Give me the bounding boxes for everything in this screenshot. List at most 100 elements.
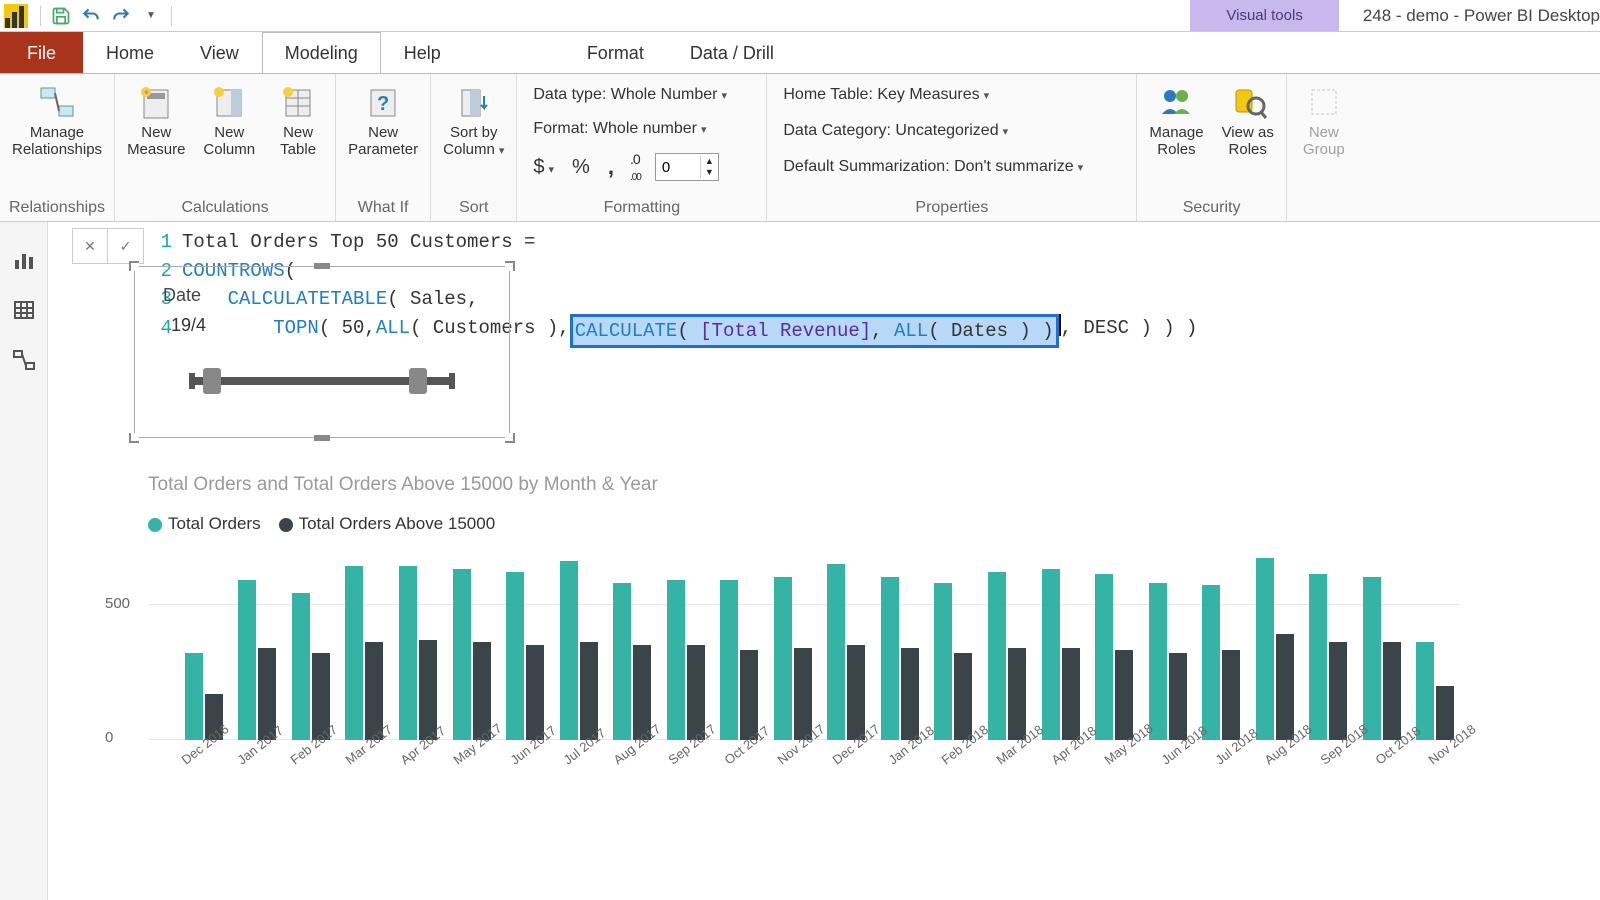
bar-group (661, 580, 711, 740)
bar[interactable] (881, 577, 899, 740)
bar[interactable] (1008, 648, 1026, 740)
default-summarization-dropdown[interactable]: Default Summarization: Don't summarize▾ (781, 154, 1085, 180)
new-column-button[interactable]: New Column (197, 78, 261, 163)
new-table-button[interactable]: New Table (267, 78, 329, 163)
bar[interactable] (1309, 574, 1327, 740)
clustered-column-chart[interactable]: Total Orders and Total Orders Above 1500… (148, 474, 1460, 824)
tab-file[interactable]: File (0, 32, 83, 73)
bar[interactable] (185, 653, 203, 740)
data-category-dropdown[interactable]: Data Category: Uncategorized▾ (781, 118, 1010, 144)
bar[interactable] (720, 580, 738, 740)
bar[interactable] (954, 653, 972, 740)
bar[interactable] (1222, 650, 1240, 740)
tab-view[interactable]: View (177, 32, 262, 73)
chart-title: Total Orders and Total Orders Above 1500… (148, 474, 1460, 496)
bar[interactable] (667, 580, 685, 740)
bar[interactable] (1383, 642, 1401, 740)
view-switcher (0, 222, 48, 900)
bar[interactable] (1169, 653, 1187, 740)
slicer-track[interactable] (189, 377, 455, 385)
bar[interactable] (1363, 577, 1381, 740)
save-icon[interactable] (51, 6, 71, 26)
app-icon (4, 4, 28, 28)
data-type-dropdown[interactable]: Data type: Whole Number▾ (531, 82, 729, 108)
report-canvas: ✕ ✓ 1Total Orders Top 50 Customers = 2CO… (48, 222, 1600, 900)
formula-cancel-button[interactable]: ✕ (72, 228, 108, 264)
formula-commit-button[interactable]: ✓ (108, 228, 144, 264)
bar[interactable] (526, 645, 544, 740)
bar[interactable] (1202, 585, 1220, 740)
bar-group (1036, 569, 1086, 740)
decimal-places-input[interactable] (656, 154, 700, 180)
bar[interactable] (453, 569, 471, 740)
manage-roles-button[interactable]: Manage Roles (1143, 78, 1209, 163)
sort-by-column-button[interactable]: Sort by Column▾ (437, 78, 510, 163)
bar-group (1411, 642, 1461, 740)
bar[interactable] (292, 593, 310, 740)
viewas-icon (1228, 82, 1268, 122)
bar[interactable] (774, 577, 792, 740)
bar[interactable] (238, 580, 256, 740)
bar[interactable] (613, 583, 631, 740)
bar[interactable] (419, 640, 437, 740)
bar[interactable] (794, 648, 812, 740)
model-view-icon[interactable] (10, 346, 38, 374)
bar-group (607, 583, 657, 740)
bar[interactable] (1115, 650, 1133, 740)
view-as-roles-button[interactable]: View as Roles (1216, 78, 1280, 163)
slicer-start-value[interactable]: 19/4 (171, 315, 206, 336)
bar[interactable] (827, 564, 845, 740)
slicer-thumb-end[interactable] (409, 368, 427, 394)
home-table-dropdown[interactable]: Home Table: Key Measures▾ (781, 82, 991, 108)
column-icon (209, 82, 249, 122)
new-group-button[interactable]: New Group (1293, 78, 1355, 163)
slicer-thumb-start[interactable] (203, 368, 221, 394)
currency-button[interactable]: $▾ (531, 152, 556, 183)
bar-group (1089, 574, 1139, 740)
manage-relationships-button[interactable]: Manage Relationships (6, 78, 108, 163)
chart-legend: Total Orders Total Orders Above 15000 (148, 514, 1460, 534)
comma-button[interactable]: , (606, 150, 616, 184)
date-slicer-visual[interactable]: Date 19/4 (134, 266, 510, 438)
format-dropdown[interactable]: Format: Whole number▾ (531, 116, 708, 142)
spin-up-icon[interactable]: ▲ (701, 156, 718, 167)
qat-customize-icon[interactable]: ▼ (141, 6, 161, 26)
bar[interactable] (934, 583, 952, 740)
bar[interactable] (1149, 583, 1167, 740)
bar-group (1196, 585, 1246, 740)
bar[interactable] (1436, 686, 1454, 740)
bar[interactable] (1329, 642, 1347, 740)
bar[interactable] (1042, 569, 1060, 740)
bar[interactable] (1256, 558, 1274, 740)
bar[interactable] (847, 645, 865, 740)
bar[interactable] (740, 650, 758, 740)
new-measure-button[interactable]: ✦New Measure (121, 78, 191, 163)
bar[interactable] (1062, 648, 1080, 740)
bar[interactable] (345, 566, 363, 740)
redo-icon[interactable] (111, 6, 131, 26)
group-icon (1304, 82, 1344, 122)
bar[interactable] (1416, 642, 1434, 740)
report-view-icon[interactable] (10, 246, 38, 274)
undo-icon[interactable] (81, 6, 101, 26)
tab-data-drill[interactable]: Data / Drill (667, 32, 797, 73)
bar[interactable] (506, 572, 524, 740)
bar[interactable] (988, 572, 1006, 740)
decimal-places-spinner[interactable]: ▲▼ (655, 153, 719, 181)
bar[interactable] (560, 561, 578, 740)
tab-modeling[interactable]: Modeling (262, 32, 381, 73)
tab-home[interactable]: Home (83, 32, 177, 73)
bar[interactable] (901, 648, 919, 740)
data-view-icon[interactable] (10, 296, 38, 324)
new-parameter-button[interactable]: ?New Parameter (342, 78, 424, 163)
bar[interactable] (1095, 574, 1113, 740)
bar[interactable] (1276, 634, 1294, 740)
bar-group (1303, 574, 1353, 740)
tab-format[interactable]: Format (564, 32, 667, 73)
spin-down-icon[interactable]: ▼ (701, 167, 718, 178)
relationships-icon (37, 82, 77, 122)
bar[interactable] (399, 566, 417, 740)
bar[interactable] (580, 642, 598, 740)
tab-help[interactable]: Help (381, 32, 464, 73)
percent-button[interactable]: % (570, 152, 592, 183)
